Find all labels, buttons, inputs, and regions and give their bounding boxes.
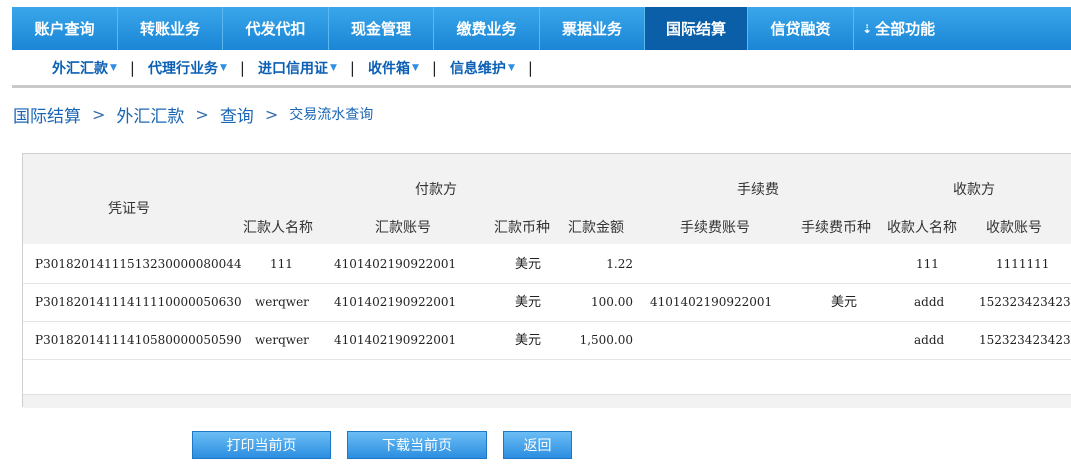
top-nav: 账户查询 转账业务 代发代扣 现金管理 缴费业务 票据业务 国际结算 信贷融资 …	[12, 7, 1071, 50]
separator: |	[129, 58, 135, 77]
account-cell: 4101402190922001	[334, 257, 457, 271]
column-header: 汇款人名称	[243, 220, 313, 236]
caret-down-icon: ▼	[507, 62, 515, 73]
amount-cell: 100.00	[591, 295, 633, 309]
currency-cell: 美元	[515, 333, 542, 348]
separator: |	[349, 58, 355, 77]
nav-all-functions-label: 全部功能	[875, 20, 936, 38]
nav-cash-management[interactable]: 现金管理	[329, 7, 434, 50]
breadcrumb-item[interactable]: 外汇汇款	[116, 102, 184, 127]
payee-account-cell: 152323423423	[979, 295, 1071, 309]
voucher-header: 凭证号	[108, 201, 150, 217]
payee-account-cell: 152323423423	[979, 333, 1071, 347]
down-arrow-icon: ⇣	[862, 21, 873, 36]
payee-name-cell: 111	[916, 257, 939, 271]
chevron-right-icon: >	[92, 104, 106, 124]
currency-cell: 美元	[515, 257, 542, 272]
fee-currency-cell: 美元	[831, 295, 858, 310]
download-page-button[interactable]: 下载当前页	[347, 431, 487, 459]
transaction-table: 凭证号 付款方 手续费 收款方 汇款人名称 汇款账号 汇款币种 汇款金额 手续费…	[22, 153, 1071, 408]
subnav-info-maintenance[interactable]: 信息维护 ▼	[450, 58, 515, 78]
column-header: 手续费账号	[680, 220, 750, 236]
nav-all-functions[interactable]: ⇣ 全部功能	[854, 7, 1071, 50]
separator: |	[239, 58, 245, 77]
subnav-info-maintenance-label: 信息维护	[449, 60, 506, 77]
caret-down-icon: ▼	[329, 62, 337, 73]
subnav-import-lc[interactable]: 进口信用证 ▼	[258, 58, 337, 78]
breadcrumb-item[interactable]: 查询	[220, 102, 254, 127]
separator: |	[431, 58, 437, 77]
subnav-agency-bank[interactable]: 代理行业务 ▼	[148, 58, 227, 78]
chevron-right-icon: >	[264, 104, 279, 124]
payer-group-header: 付款方	[415, 182, 457, 198]
caret-down-icon: ▼	[110, 62, 117, 73]
voucher-cell: P30182014111410580000050590	[35, 333, 242, 347]
remitter-cell: 111	[270, 257, 293, 271]
caret-down-icon: ▼	[219, 62, 227, 73]
nav-bill-payment[interactable]: 缴费业务	[434, 7, 540, 50]
nav-transfer[interactable]: 转账业务	[118, 7, 223, 50]
table-row: P30182014111411110000050630 werqwer 4101…	[23, 284, 1071, 322]
breadcrumb-item[interactable]: 国际结算	[13, 102, 81, 127]
account-cell: 4101402190922001	[334, 333, 457, 347]
column-header: 汇款账号	[375, 220, 431, 236]
column-header: 汇款币种	[494, 220, 550, 236]
nav-payroll[interactable]: 代发代扣	[223, 7, 329, 50]
table-row: P30182014111410580000050590 werqwer 4101…	[23, 322, 1071, 360]
breadcrumb-current: 交易流水查询	[289, 107, 374, 123]
table-row: P30182014111513230000080044 111 41014021…	[23, 246, 1071, 284]
subnav-fx-remittance[interactable]: 外汇汇款 ▼	[52, 58, 117, 78]
column-header: 收款人名称	[887, 220, 957, 236]
table-footer	[23, 394, 1071, 408]
print-page-button[interactable]: 打印当前页	[192, 431, 331, 459]
payee-account-cell: 1111111	[996, 257, 1050, 271]
table-header: 凭证号 付款方 手续费 收款方 汇款人名称 汇款账号 汇款币种 汇款金额 手续费…	[23, 154, 1071, 244]
currency-cell: 美元	[515, 295, 542, 310]
subnav-fx-remittance-label: 外汇汇款	[52, 60, 108, 77]
column-header: 收款账号	[986, 220, 1042, 236]
fee-group-header: 手续费	[737, 182, 779, 198]
nav-account-query[interactable]: 账户查询	[12, 7, 118, 50]
fee-account-cell: 4101402190922001	[650, 295, 773, 309]
nav-credit-financing[interactable]: 信贷融资	[748, 7, 854, 50]
voucher-cell: P30182014111513230000080044	[35, 257, 242, 271]
separator: |	[527, 58, 533, 77]
amount-cell: 1.22	[606, 257, 633, 271]
amount-cell: 1,500.00	[579, 333, 633, 347]
back-button[interactable]: 返回	[503, 431, 572, 459]
column-header: 汇款金额	[568, 220, 624, 236]
subnav-inbox-label: 收件箱	[367, 60, 410, 77]
breadcrumb: 国际结算 > 外汇汇款 > 查询 > 交易流水查询	[13, 102, 374, 127]
subnav-import-lc-label: 进口信用证	[257, 60, 328, 77]
payee-name-cell: addd	[914, 295, 945, 309]
remitter-cell: werqwer	[255, 333, 309, 347]
column-header: 手续费币种	[801, 220, 871, 236]
nav-notes[interactable]: 票据业务	[540, 7, 645, 50]
payee-group-header: 收款方	[953, 182, 995, 198]
payee-name-cell: addd	[914, 333, 945, 347]
chevron-right-icon: >	[195, 104, 209, 124]
caret-down-icon: ▼	[411, 62, 419, 73]
subnav-agency-bank-label: 代理行业务	[147, 60, 218, 77]
sub-nav: 外汇汇款 ▼ | 代理行业务 ▼ | 进口信用证 ▼ | 收件箱 ▼ | 信息维护 ▼ |	[12, 50, 1071, 88]
account-cell: 4101402190922001	[334, 295, 457, 309]
nav-international-settlement[interactable]: 国际结算	[645, 7, 748, 50]
voucher-cell: P30182014111411110000050630	[35, 295, 242, 309]
subnav-inbox[interactable]: 收件箱 ▼	[368, 58, 419, 78]
remitter-cell: werqwer	[255, 295, 309, 309]
